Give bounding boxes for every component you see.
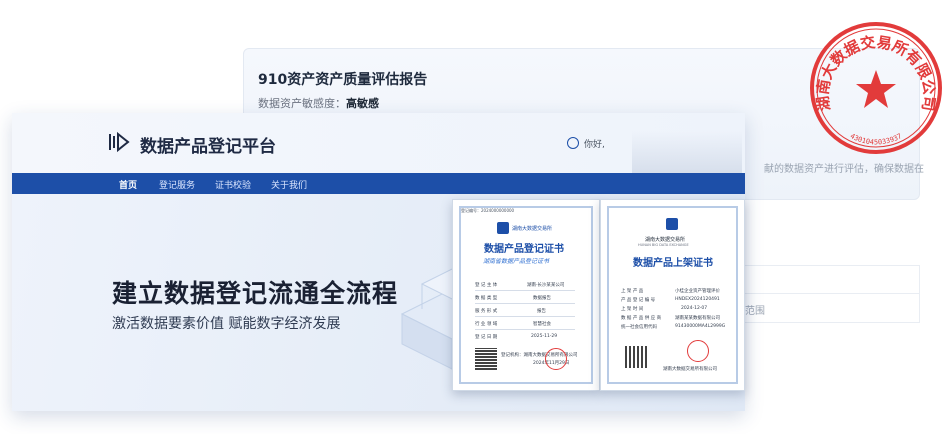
certificate-org: 湖南大数据交易所 bbox=[512, 226, 553, 232]
star-icon bbox=[856, 70, 896, 108]
divider bbox=[475, 329, 575, 330]
cert-field-value: 智慧社会 bbox=[533, 322, 551, 327]
cert-field-value: 小桂企业资产管理评价 bbox=[675, 289, 720, 294]
cert-field-label: 登 记 主 体 bbox=[475, 283, 498, 288]
divider bbox=[475, 316, 575, 317]
building-image bbox=[632, 131, 742, 173]
report-description: 献的数据资产进行评估，确保数据在 bbox=[764, 164, 924, 175]
cert-field-label: 上 架 产 品 bbox=[621, 289, 644, 294]
certificate-org-en: HUNAN BIG DATA EXCHANGE bbox=[638, 243, 689, 247]
listing-certificate: 湖南大数据交易所 HUNAN BIG DATA EXCHANGE 数据产品上架证… bbox=[600, 199, 745, 391]
cert-field-value: HNDEX2024120491 bbox=[675, 297, 720, 302]
sensitivity-label: 数据资产敏感度： bbox=[258, 97, 346, 110]
cert-field-value: 湖南·长沙某某公司 bbox=[527, 283, 565, 288]
stamp-icon bbox=[545, 348, 567, 370]
divider bbox=[475, 303, 575, 304]
report-title: 910资产资产质量评估报告 bbox=[258, 72, 428, 88]
table-cell-text: 范围 bbox=[745, 306, 765, 317]
brand-title: 数据产品登记平台 bbox=[140, 137, 276, 157]
user-greeting[interactable]: 你好, bbox=[584, 137, 605, 150]
platform-logo-icon bbox=[109, 131, 130, 153]
nav-item-about[interactable]: 关于我们 bbox=[271, 178, 307, 191]
cert-field-value: 湖南某某数据有限公司 bbox=[675, 316, 720, 321]
hero-subtitle: 激活数据要素价值 赋能数字经济发展 bbox=[112, 316, 341, 332]
qr-code bbox=[625, 346, 647, 368]
cert-field-label: 上 架 时 间 bbox=[621, 307, 644, 312]
certificate-subtitle: 湖南省数据产品登记证书 bbox=[483, 258, 550, 265]
cert-field-value: 报告 bbox=[537, 309, 546, 314]
cert-field-label: 数 据 类 型 bbox=[475, 296, 498, 301]
table-row bbox=[740, 293, 920, 323]
nav-item-home[interactable]: 首页 bbox=[119, 178, 137, 191]
certificate-title: 数据产品登记证书 bbox=[484, 244, 564, 255]
cert-field-label: 登 记 日 期 bbox=[475, 335, 498, 340]
cert-field-value: 91430000MA4L2999G bbox=[675, 324, 726, 329]
cert-field-label: 行 业 领 域 bbox=[475, 322, 498, 327]
header: 数据产品登记平台 你好, bbox=[12, 113, 745, 173]
cert-field-label: 数 据 产 品 供 应 商 bbox=[621, 316, 662, 321]
user-icon[interactable] bbox=[567, 137, 579, 149]
company-seal-icon: 湖南大数据交易所有限公司 4301045033937 bbox=[810, 22, 942, 154]
nav-item-registration[interactable]: 登记服务 bbox=[159, 178, 195, 191]
cert-field-label: 服 务 形 式 bbox=[475, 309, 498, 314]
registration-certificate: 登记编号：2024000000000 湖南大数据交易所 数据产品登记证书 湖南省… bbox=[452, 199, 600, 391]
certificate-footer: 湖南大数据交易所有限公司 bbox=[663, 367, 717, 372]
certificate-number: 登记编号：2024000000000 bbox=[461, 208, 515, 213]
table-row bbox=[740, 265, 920, 295]
nav-item-verify[interactable]: 证书校验 bbox=[215, 178, 251, 191]
divider bbox=[475, 290, 575, 291]
certificate-title: 数据产品上架证书 bbox=[633, 258, 713, 269]
qr-code bbox=[475, 348, 497, 370]
exchange-logo-icon bbox=[497, 222, 509, 234]
cert-field-label: 统一社会信用代码 bbox=[621, 325, 657, 330]
cert-field-label: 产 品 登 记 编 号 bbox=[621, 298, 656, 303]
hero-title: 建立数据登记流通全流程 bbox=[112, 279, 399, 308]
cert-field-value: 2024-12-07 bbox=[681, 306, 708, 311]
cert-field-value: 数据报告 bbox=[533, 296, 551, 301]
report-sensitivity: 数据资产敏感度：高敏感 bbox=[258, 95, 379, 111]
cert-field-value: 2025-11-29 bbox=[531, 334, 558, 339]
stamp-icon bbox=[687, 340, 709, 362]
exchange-logo-icon bbox=[666, 218, 678, 230]
certificate-org: 湖南大数据交易所 bbox=[645, 237, 686, 243]
sensitivity-value: 高敏感 bbox=[346, 97, 379, 110]
main-nav: 首页 登记服务 证书校验 关于我们 bbox=[12, 173, 745, 194]
